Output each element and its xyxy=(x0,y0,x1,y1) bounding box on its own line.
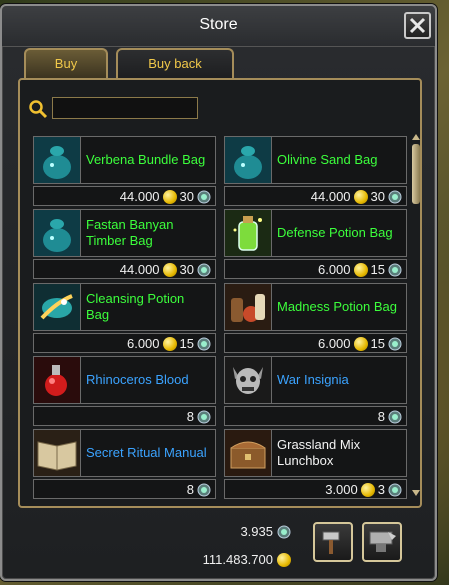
gold-coin-icon xyxy=(360,482,375,497)
seed-bag-icon xyxy=(33,136,81,184)
window-title: Store xyxy=(199,16,238,33)
gold-coin-icon xyxy=(277,552,291,567)
store-item-cleansing-potion-bag[interactable]: Cleansing Potion Bag 6.000 15 xyxy=(33,283,216,355)
gold-price: 44.000 xyxy=(119,262,160,277)
seed-bag-icon xyxy=(33,209,81,257)
item-name: War Insignia xyxy=(277,372,349,387)
sell-items-button[interactable] xyxy=(362,522,402,562)
store-item-grassland-mix-lunchbox[interactable]: Grassland Mix Lunchbox 3.000 3 xyxy=(224,429,407,501)
gem-price: 8 xyxy=(186,409,194,424)
lunchbox-icon xyxy=(224,429,272,477)
gold-price: 6.000 xyxy=(317,336,351,351)
gold-coin-icon xyxy=(162,262,177,277)
gold-coin-icon xyxy=(353,189,368,204)
search-input[interactable] xyxy=(52,97,198,119)
gem-price: 8 xyxy=(377,409,385,424)
price-bar: 44.000 30 xyxy=(33,259,216,279)
gem-price: 3 xyxy=(377,482,385,497)
price-bar: 6.000 15 xyxy=(224,259,407,279)
scroll-down-arrow-icon[interactable] xyxy=(412,490,420,496)
item-name: Secret Ritual Manual xyxy=(86,445,207,460)
item-name: Verbena Bundle Bag xyxy=(86,152,206,167)
store-item-rhinoceros-blood[interactable]: Rhinoceros Blood 8 xyxy=(33,356,216,428)
gold-price: 44.000 xyxy=(119,189,160,204)
potion-bottle-icon xyxy=(224,209,272,257)
price-bar: 8 xyxy=(33,406,216,426)
gold-price: 6.000 xyxy=(126,336,160,351)
gold-price: 44.000 xyxy=(310,189,351,204)
price-bar: 6.000 15 xyxy=(224,333,407,353)
tab-buy-back[interactable]: Buy back xyxy=(116,48,234,78)
scroll-up-arrow-icon[interactable] xyxy=(412,134,420,140)
gem-price: 30 xyxy=(179,262,194,277)
blood-potion-icon xyxy=(33,356,81,404)
gem-icon xyxy=(197,190,211,203)
seed-bag-icon xyxy=(224,136,272,184)
gem-icon xyxy=(388,337,402,350)
gem-price: 15 xyxy=(370,336,385,351)
price-bar: 6.000 15 xyxy=(33,333,216,353)
gem-price: 8 xyxy=(186,482,194,497)
gold-coin-icon xyxy=(162,336,177,351)
scroll-thumb[interactable] xyxy=(412,144,420,204)
gold-price: 6.000 xyxy=(317,262,351,277)
store-item-olivine-sand-bag[interactable]: Olivine Sand Bag 44.000 30 xyxy=(224,136,407,208)
item-name: Cleansing Potion Bag xyxy=(86,291,185,322)
anvil-icon xyxy=(369,531,396,552)
elixir-icon xyxy=(33,283,81,331)
gem-icon xyxy=(388,483,402,496)
store-item-war-insignia[interactable]: War Insignia 8 xyxy=(224,356,407,428)
price-bar: 44.000 30 xyxy=(224,186,407,206)
gem-icon xyxy=(197,483,211,496)
tab-buy[interactable]: Buy xyxy=(24,48,108,78)
gem-price: 30 xyxy=(179,189,194,204)
gem-icon xyxy=(388,263,402,276)
gold-coin-icon xyxy=(353,262,368,277)
item-list-scrollbar[interactable] xyxy=(412,134,420,496)
open-book-icon xyxy=(33,429,81,477)
search-icon[interactable] xyxy=(28,99,48,119)
gem-price: 30 xyxy=(370,189,385,204)
potion-set-icon xyxy=(224,283,272,331)
item-name: Fastan Banyan Timber Bag xyxy=(86,217,174,248)
store-item-verbena-bundle-bag[interactable]: Verbena Bundle Bag 44.000 30 xyxy=(33,136,216,208)
gem-icon xyxy=(197,337,211,350)
skull-insignia-icon xyxy=(224,356,272,404)
close-icon xyxy=(409,17,426,34)
player-gem-balance: 3.935 xyxy=(240,524,291,539)
price-bar: 3.000 3 xyxy=(224,479,407,499)
title-bar[interactable]: Store xyxy=(2,6,435,47)
gem-price: 15 xyxy=(179,336,194,351)
item-name: Madness Potion Bag xyxy=(277,299,397,314)
price-bar: 8 xyxy=(224,406,407,426)
store-item-defense-potion-bag[interactable]: Defense Potion Bag 6.000 15 xyxy=(224,209,407,281)
player-gold-balance: 111.483.700 xyxy=(203,552,291,567)
gem-icon xyxy=(388,410,402,423)
gem-icon xyxy=(388,190,402,203)
repair-button[interactable] xyxy=(313,522,353,562)
gem-icon xyxy=(197,410,211,423)
gem-price: 15 xyxy=(370,262,385,277)
gem-icon xyxy=(277,525,291,538)
gold-coin-icon xyxy=(353,336,368,351)
gem-icon xyxy=(197,263,211,276)
gem-balance-value: 3.935 xyxy=(240,524,273,539)
hammer-icon xyxy=(322,531,340,554)
gold-balance-value: 111.483.700 xyxy=(202,552,273,567)
store-item-madness-potion-bag[interactable]: Madness Potion Bag 6.000 15 xyxy=(224,283,407,355)
store-item-secret-ritual-manual[interactable]: Secret Ritual Manual 8 xyxy=(33,429,216,501)
item-name: Defense Potion Bag xyxy=(277,225,393,240)
gold-coin-icon xyxy=(162,189,177,204)
price-bar: 44.000 30 xyxy=(33,186,216,206)
price-bar: 8 xyxy=(33,479,216,499)
item-name: Olivine Sand Bag xyxy=(277,152,378,167)
gold-price: 3.000 xyxy=(325,482,358,497)
close-button[interactable] xyxy=(404,12,431,39)
store-item-fastan-banyan-timber-bag[interactable]: Fastan Banyan Timber Bag 44.000 30 xyxy=(33,209,216,281)
item-name: Grassland Mix Lunchbox xyxy=(277,437,361,468)
item-name: Rhinoceros Blood xyxy=(86,372,189,387)
